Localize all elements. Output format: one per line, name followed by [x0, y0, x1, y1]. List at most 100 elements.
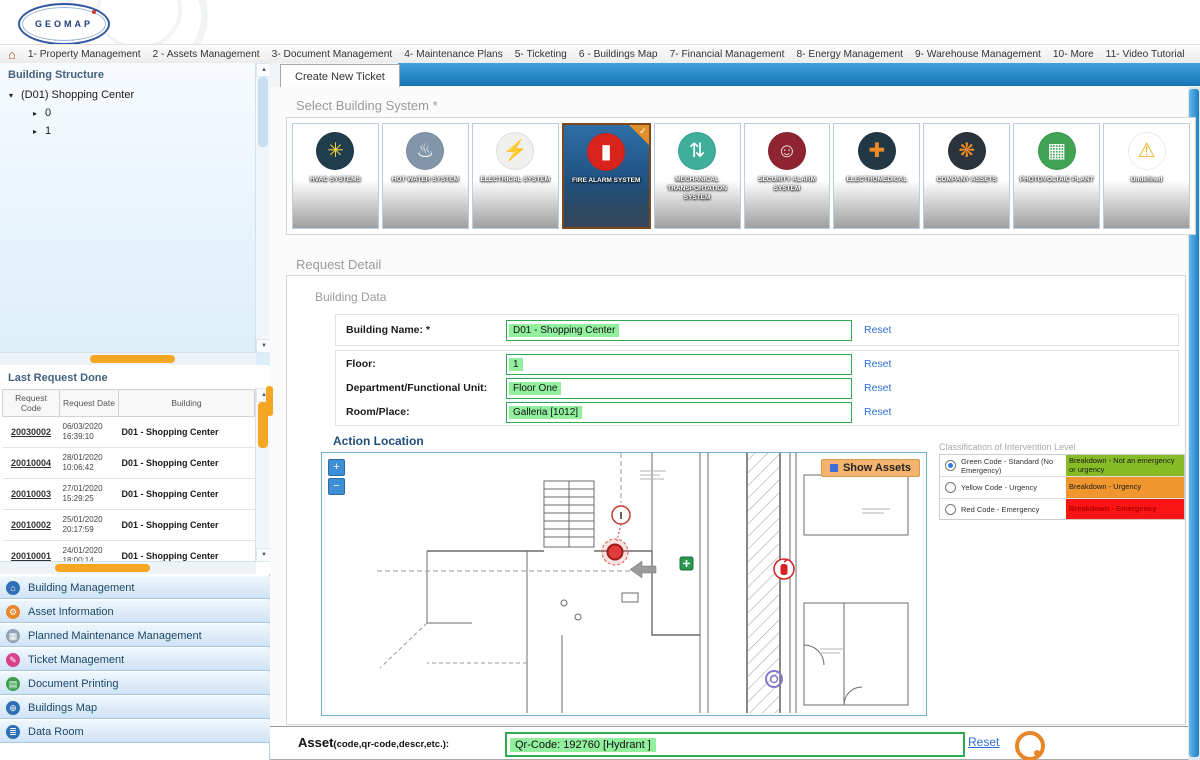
menu-item-warehouse-management[interactable]: 9- Warehouse Management: [915, 49, 1041, 60]
qr-scan-icon[interactable]: [1015, 731, 1045, 760]
menu-item-ticketing[interactable]: 5- Ticketing: [515, 49, 567, 60]
asset-marker-green[interactable]: [680, 557, 693, 570]
tree-node-shopping-center[interactable]: ▾ (D01) Shopping Center: [0, 86, 270, 104]
tile-label: ELECTRICAL SYSTEM: [473, 176, 558, 185]
table-row[interactable]: 20010001 24/01/202018:00:14 D01 - Shoppi…: [3, 541, 255, 563]
request-code-link[interactable]: 20010003: [11, 489, 51, 499]
tree-collapse-icon[interactable]: ▸: [30, 127, 40, 136]
system-tile-undefined[interactable]: ⚠ Undefined: [1103, 123, 1190, 229]
floor-label: Floor:: [336, 358, 506, 370]
floor-reset-link[interactable]: Reset: [864, 358, 891, 370]
department-label: Department/Functional Unit:: [336, 382, 506, 394]
menu-item-financial-management[interactable]: 7- Financial Management: [670, 49, 785, 60]
hvac-fan-icon: ✳: [316, 132, 354, 170]
asset-label-sub: (code,qr-code,descr,etc.):: [333, 739, 449, 750]
request-code-link[interactable]: 20010001: [11, 551, 51, 561]
request-code-link[interactable]: 20010004: [11, 458, 51, 468]
system-tile-mechanical-transportation[interactable]: ⇅ MECHANICAL TRANSPORTATION SYSTEM: [654, 123, 741, 229]
logo-text: GEOMAP: [35, 19, 93, 29]
module-label: Planned Maintenance Management: [28, 630, 202, 642]
status-badge-red: Breakdown - Emergency: [1066, 499, 1184, 519]
sidebar-item-ticket-management[interactable]: ✎ Ticket Management: [0, 648, 270, 671]
column-header-building[interactable]: Building: [119, 390, 255, 417]
tree-node-floor-1[interactable]: ▸ 1: [0, 122, 270, 140]
table-row[interactable]: 20010002 25/01/202020:17:59 D01 - Shoppi…: [3, 510, 255, 541]
home-icon[interactable]: ⌂: [8, 48, 16, 61]
last-request-table: Request Code Request Date Building 20030…: [2, 389, 255, 562]
tree-horizontal-scrollbar[interactable]: [0, 352, 256, 365]
request-code-link[interactable]: 20010002: [11, 520, 51, 530]
menu-item-document-management[interactable]: 3- Document Management: [272, 49, 393, 60]
column-header-request-date[interactable]: Request Date: [60, 390, 119, 417]
request-building: D01 - Shopping Center: [119, 448, 255, 479]
department-reset-link[interactable]: Reset: [864, 382, 891, 394]
info-marker[interactable]: I: [612, 506, 630, 541]
system-tile-electromedical[interactable]: ✚ ELECTROMEDICAL: [833, 123, 920, 229]
request-horizontal-scrollbar[interactable]: [0, 561, 256, 574]
system-tile-hvac[interactable]: ✳ HVAC SYSTEMS: [292, 123, 379, 229]
classification-option-red[interactable]: Red Code - Emergency Breakdown - Emergen…: [940, 499, 1184, 519]
menu-item-property-management[interactable]: 1- Property Management: [28, 49, 141, 60]
menu-item-energy-management[interactable]: 8- Energy Management: [797, 49, 903, 60]
tree-collapse-icon[interactable]: ▸: [30, 109, 40, 118]
floor-plan-map[interactable]: + − Show Assets: [321, 452, 927, 716]
sidebar-item-document-printing[interactable]: ▤ Document Printing: [0, 672, 270, 695]
tree-node-floor-0[interactable]: ▸ 0: [0, 104, 270, 122]
sidebar-item-planned-maintenance[interactable]: ▦ Planned Maintenance Management: [0, 624, 270, 647]
selected-check-icon: ✓: [639, 126, 647, 137]
sidebar-item-building-management[interactable]: ⌂ Building Management: [0, 576, 270, 599]
classification-box: Green Code - Standard (No Emergency) Bre…: [939, 454, 1185, 520]
asset-input[interactable]: Qr-Code: 192760 [Hydrant ]: [505, 732, 965, 757]
menu-item-maintenance-plans[interactable]: 4- Maintenance Plans: [404, 49, 503, 60]
show-assets-button[interactable]: Show Assets: [821, 459, 920, 477]
radio-red-code[interactable]: [945, 504, 956, 515]
tree-vertical-scrollbar[interactable]: ▲ ▼: [255, 63, 270, 353]
scrollbar-thumb[interactable]: [90, 355, 175, 363]
sidebar-item-asset-information[interactable]: ⚙ Asset Information: [0, 600, 270, 623]
sidebar-splitter-handle[interactable]: [266, 386, 273, 416]
menu-item-more[interactable]: 10- More: [1053, 49, 1094, 60]
request-code-link[interactable]: 20030002: [11, 427, 51, 437]
radio-yellow-code[interactable]: [945, 482, 956, 493]
menu-item-assets-management[interactable]: 2 - Assets Management: [153, 49, 260, 60]
room-place-input[interactable]: Galleria [1012]: [506, 402, 852, 423]
zoom-out-button[interactable]: −: [328, 478, 345, 495]
table-row[interactable]: 20010004 28/01/202010:06:42 D01 - Shoppi…: [3, 448, 255, 479]
location-marker[interactable]: [602, 539, 628, 565]
department-input[interactable]: Floor One: [506, 378, 852, 399]
system-tile-electrical[interactable]: ⚡ ELECTRICAL SYSTEM: [472, 123, 559, 229]
menu-item-buildings-map[interactable]: 6 - Buildings Map: [579, 49, 658, 60]
system-tile-hot-water[interactable]: ♨ HOT WATER SYSTEM: [382, 123, 469, 229]
building-name-input[interactable]: D01 - Shopping Center: [506, 320, 852, 341]
sidebar-item-data-room[interactable]: ≣ Data Room: [0, 720, 270, 743]
tab-create-new-ticket[interactable]: Create New Ticket: [280, 64, 400, 88]
map-zoom-controls: + −: [328, 459, 345, 495]
table-row[interactable]: 20030002 06/03/202016:39:10 D01 - Shoppi…: [3, 417, 255, 448]
classification-option-yellow[interactable]: Yellow Code - Urgency Breakdown - Urgenc…: [940, 477, 1184, 499]
tree-expand-icon[interactable]: ▾: [6, 91, 16, 100]
classification-option-green[interactable]: Green Code - Standard (No Emergency) Bre…: [940, 455, 1184, 477]
zoom-in-button[interactable]: +: [328, 459, 345, 476]
system-tile-security-alarm[interactable]: ☺ SECURITY ALARM SYSTEM: [744, 123, 831, 229]
asset-marker-extinguisher[interactable]: [774, 559, 794, 579]
request-time: 10:06:42: [63, 463, 116, 473]
building-name-reset-link[interactable]: Reset: [864, 324, 891, 336]
floor-input[interactable]: 1: [506, 354, 852, 375]
system-tile-fire-alarm[interactable]: ▮ FIRE ALARM SYSTEM ✓: [562, 123, 651, 229]
table-row[interactable]: 20010003 27/01/202015:29:25 D01 - Shoppi…: [3, 479, 255, 510]
system-tile-company-assets[interactable]: ❋ COMPANY ASSETS: [923, 123, 1010, 229]
request-date: 25/01/2020: [63, 515, 116, 525]
sidebar-item-buildings-map[interactable]: ⊕ Buildings Map: [0, 696, 270, 719]
room-place-reset-link[interactable]: Reset: [864, 406, 891, 418]
building-name-value: D01 - Shopping Center: [509, 324, 619, 337]
show-assets-label: Show Assets: [843, 462, 911, 474]
scrollbar-thumb[interactable]: [55, 564, 150, 572]
radio-green-code[interactable]: [945, 460, 956, 471]
request-date: 06/03/2020: [63, 422, 116, 432]
column-header-request-code[interactable]: Request Code: [3, 390, 60, 417]
scrollbar-thumb[interactable]: [258, 77, 268, 147]
system-tile-photovoltaic[interactable]: ▦ PHOTOVOLTAIC PLANT: [1013, 123, 1100, 229]
radio-label: Red Code - Emergency: [961, 505, 1066, 514]
asset-reset-link[interactable]: Reset: [968, 735, 999, 749]
menu-item-video-tutorial[interactable]: 11- Video Tutorial: [1106, 49, 1185, 60]
